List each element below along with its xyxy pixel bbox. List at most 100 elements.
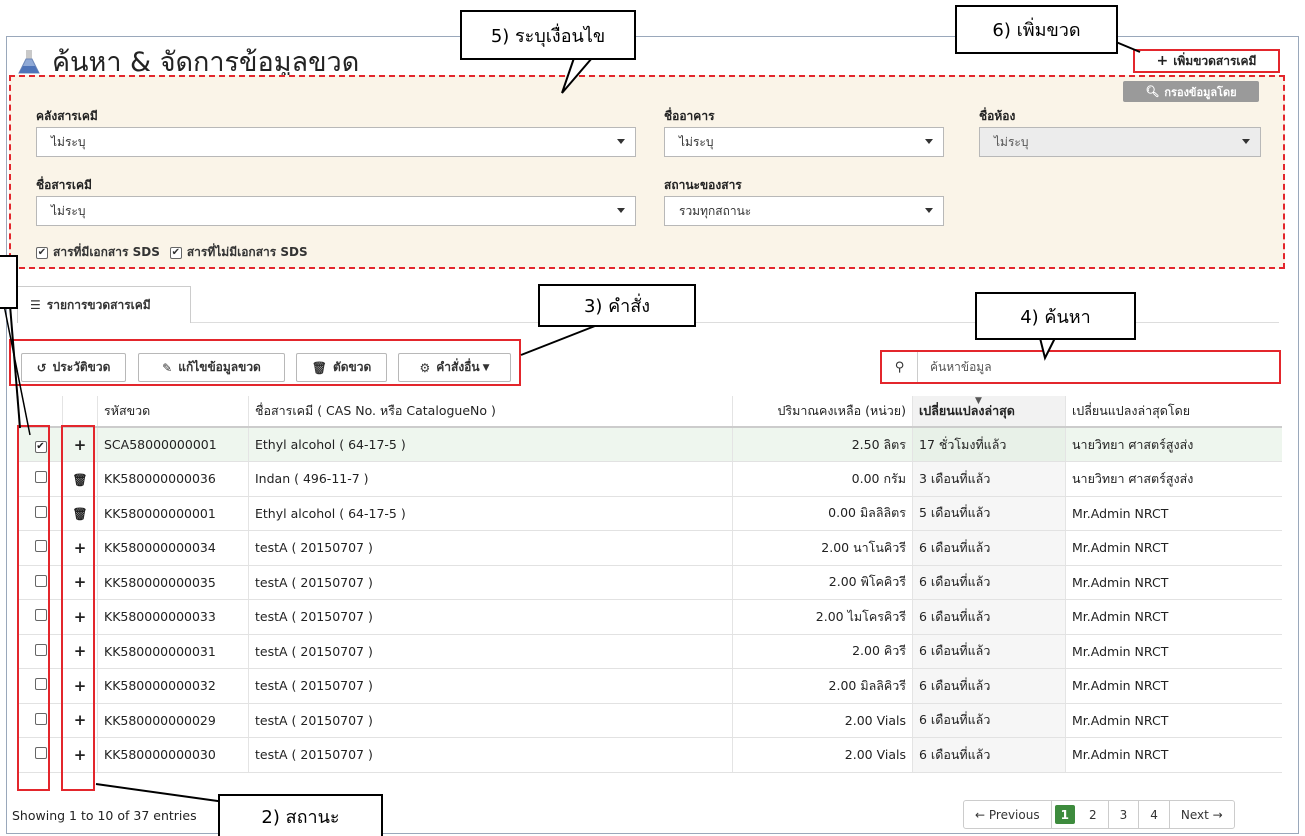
- table-row[interactable]: + KK580000000029 testA ( 20150707 ) 2.00 Vi…: [18, 703, 1282, 738]
- table-row[interactable]: + KK580000000033 testA ( 20150707 ) 2.00 ไม…: [18, 599, 1282, 635]
- callout-search: 4) ค้นหา: [975, 292, 1136, 340]
- search-icon: ⚲: [882, 352, 918, 382]
- search-box[interactable]: ⚲ ค้นหาข้อมูล: [880, 350, 1281, 384]
- warehouse-select[interactable]: ไม่ระบุ: [36, 127, 636, 157]
- table-row[interactable]: + KK580000000031 testA ( 20150707 ) 2.00 คิ…: [18, 634, 1282, 669]
- tab-bottle-list[interactable]: ☰ รายการขวดสารเคมี: [17, 286, 191, 323]
- remaining-amount: 2.00 พิโคคิวรี: [732, 565, 913, 600]
- history-button[interactable]: ↺ ประวัติขวด: [21, 353, 126, 382]
- chemical-name: Ethyl alcohol ( 64-17-5 ): [248, 427, 733, 462]
- remaining-amount: 2.00 คิวรี: [732, 634, 913, 669]
- more-commands-label: คำสั่งอื่น: [436, 360, 480, 374]
- select-column-highlight: [17, 425, 50, 791]
- last-changed: 6 เดือนที่แล้ว: [912, 599, 1066, 635]
- chemical-name: testA ( 20150707 ): [248, 737, 733, 773]
- last-changed: 6 เดือนที่แล้ว: [912, 530, 1066, 566]
- remaining-amount: 2.00 ไมโครคิวรี: [732, 599, 913, 635]
- cut-bottle-button[interactable]: 🗑︎ ตัดขวด: [296, 353, 387, 382]
- status-select[interactable]: รวมทุกสถานะ: [664, 196, 944, 226]
- table-header-row: รหัสขวด ชื่อสารเคมี ( CAS No. หรือ Catal…: [18, 396, 1282, 428]
- chevron-down-icon: [925, 139, 933, 144]
- sort-desc-icon: ▼: [975, 396, 982, 406]
- name-column-header[interactable]: ชื่อสารเคมี ( CAS No. หรือ CatalogueNo ): [248, 396, 733, 428]
- page-1-button[interactable]: 1: [1054, 805, 1075, 824]
- callout-commands: 3) คำสั่ง: [538, 284, 696, 327]
- sds-yes-checkbox[interactable]: ✔: [36, 246, 48, 259]
- bottle-code: KK580000000035: [97, 565, 249, 600]
- search-input[interactable]: ค้นหาข้อมูล: [918, 358, 992, 377]
- last-changed: 6 เดือนที่แล้ว: [912, 668, 1066, 704]
- changed-column-header[interactable]: ▼ เปลี่ยนแปลงล่าสุด: [912, 396, 1066, 428]
- table-row[interactable]: + KK580000000030 testA ( 20150707 ) 2.00 Vi…: [18, 737, 1282, 773]
- bottle-code: KK580000000030: [97, 737, 249, 773]
- edit-bottle-button[interactable]: ✎ แก้ไขข้อมูลขวด: [138, 353, 285, 382]
- table-row[interactable]: + KK580000000034 testA ( 20150707 ) 2.00 นา…: [18, 530, 1282, 566]
- room-select[interactable]: ไม่ระบุ: [979, 127, 1261, 157]
- sds-yes-label: สารที่มีเอกสาร SDS: [53, 245, 160, 259]
- edit-bottle-label: แก้ไขข้อมูลขวด: [178, 360, 261, 374]
- last-changed-by: Mr.Admin NRCT: [1065, 530, 1282, 566]
- table-row[interactable]: ✔ + SCA58000000001 Ethyl alcohol ( 64-17-5 …: [18, 427, 1282, 462]
- callout-status: 2) สถานะ: [218, 794, 383, 836]
- chemical-name: Ethyl alcohol ( 64-17-5 ): [248, 496, 733, 531]
- add-bottle-label: เพิ่มขวดสารเคมี: [1173, 53, 1257, 68]
- amount-column-header[interactable]: ปริมาณคงเหลือ (หน่วย): [732, 396, 913, 428]
- chemical-name: testA ( 20150707 ): [248, 599, 733, 635]
- plus-icon: +: [1156, 53, 1169, 69]
- room-value: ไม่ระบุ: [994, 134, 1029, 149]
- page-2-button[interactable]: 2: [1078, 801, 1109, 828]
- sds-no-checkbox[interactable]: ✔: [169, 246, 182, 259]
- bottle-code: KK580000000029: [97, 703, 249, 738]
- chevron-down-icon: [925, 208, 933, 213]
- table-row[interactable]: + KK580000000032 testA ( 20150707 ) 2.00 มิ…: [18, 668, 1282, 704]
- bottle-code: KK580000000033: [97, 599, 249, 635]
- page-4-button[interactable]: 4: [1139, 801, 1170, 828]
- callout-1-box: [0, 255, 18, 309]
- last-changed-by: Mr.Admin NRCT: [1065, 565, 1282, 600]
- filter-by-label: กรองข้อมูลโดย: [1164, 85, 1237, 99]
- history-label: ประวัติขวด: [52, 360, 111, 374]
- last-changed: 6 เดือนที่แล้ว: [912, 737, 1066, 773]
- prev-page-button[interactable]: ← Previous: [964, 801, 1052, 828]
- next-page-button[interactable]: Next →: [1170, 801, 1234, 828]
- edit-icon: ✎: [162, 360, 173, 375]
- table-row[interactable]: 🗑︎ KK580000000001 Ethyl alcohol ( 64-17-5 …: [18, 496, 1282, 531]
- chemical-select[interactable]: ไม่ระบุ: [36, 196, 636, 226]
- more-commands-button[interactable]: ⚙ คำสั่งอื่น ▼: [398, 353, 511, 382]
- last-changed: 6 เดือนที่แล้ว: [912, 634, 1066, 669]
- chevron-down-icon: [617, 208, 625, 213]
- last-changed-by: Mr.Admin NRCT: [1065, 634, 1282, 669]
- table-info: Showing 1 to 10 of 37 entries: [12, 808, 197, 823]
- last-changed: 17 ชั่วโมงที่แล้ว: [912, 427, 1066, 462]
- search-icon: 🔍︎: [1145, 85, 1160, 98]
- chevron-down-icon: [1242, 139, 1250, 144]
- table-row[interactable]: 🗑︎ KK580000000036 Indan ( 496-11-7 ) 0.00 ก…: [18, 461, 1282, 497]
- last-changed-by: Mr.Admin NRCT: [1065, 496, 1282, 531]
- add-bottle-button[interactable]: + เพิ่มขวดสารเคมี: [1133, 49, 1280, 73]
- changed-by-column-header[interactable]: เปลี่ยนแปลงล่าสุดโดย: [1065, 396, 1282, 428]
- building-select[interactable]: ไม่ระบุ: [664, 127, 944, 157]
- last-changed: 5 เดือนที่แล้ว: [912, 496, 1066, 531]
- caret-down-icon: ▼: [482, 362, 490, 373]
- code-column-header[interactable]: รหัสขวด: [97, 396, 249, 428]
- cut-bottle-label: ตัดขวด: [332, 360, 372, 374]
- last-changed-by: นายวิทยา ศาสตร์สูงส่ง: [1065, 427, 1282, 462]
- remaining-amount: 2.00 มิลลิคิวรี: [732, 668, 913, 704]
- page-3-button[interactable]: 3: [1109, 801, 1140, 828]
- remaining-amount: 0.00 กรัม: [732, 461, 913, 497]
- filter-by-button[interactable]: 🔍︎ กรองข้อมูลโดย: [1123, 81, 1259, 102]
- table-row[interactable]: + KK580000000035 testA ( 20150707 ) 2.00 พิ…: [18, 565, 1282, 600]
- status-column-header: [62, 396, 98, 428]
- list-icon: ☰: [30, 298, 41, 312]
- status-label: สถานะของสาร: [664, 178, 742, 192]
- last-changed-by: Mr.Admin NRCT: [1065, 668, 1282, 704]
- last-changed-by: Mr.Admin NRCT: [1065, 737, 1282, 773]
- warehouse-value: ไม่ระบุ: [51, 134, 86, 149]
- remaining-amount: 2.00 นาโนคิวรี: [732, 530, 913, 566]
- pagination: ← Previous 1 2 3 4 Next →: [963, 800, 1235, 829]
- chemical-name: testA ( 20150707 ): [248, 703, 733, 738]
- bottle-code: KK580000000032: [97, 668, 249, 704]
- bottle-code: SCA58000000001: [97, 427, 249, 462]
- last-changed-by: Mr.Admin NRCT: [1065, 599, 1282, 635]
- chemical-value: ไม่ระบุ: [51, 203, 86, 218]
